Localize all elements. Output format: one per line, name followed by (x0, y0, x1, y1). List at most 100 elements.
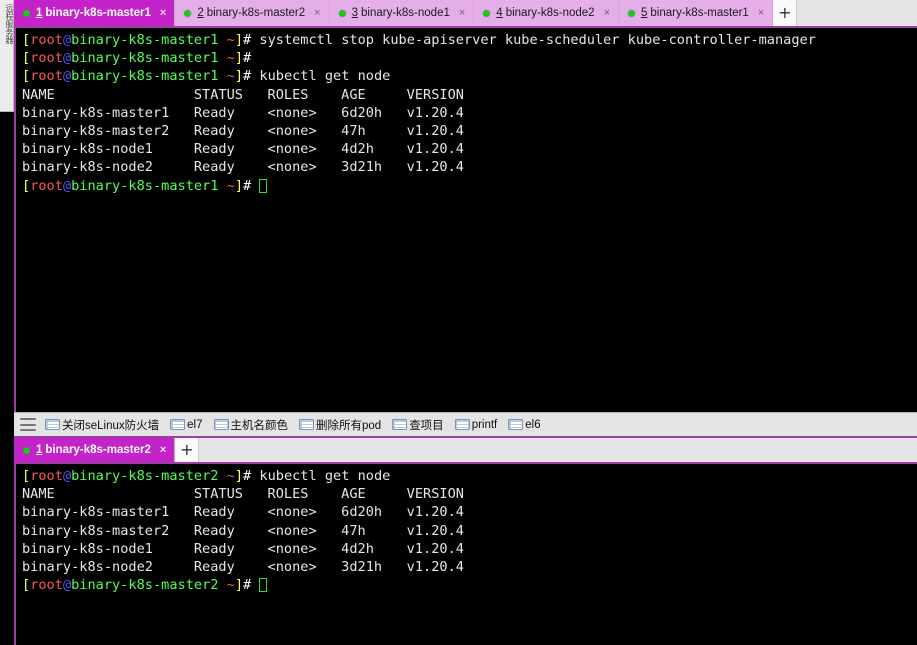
terminal-active-prompt-line[interactable]: [root@binary-k8s-master1 ~]# (16, 177, 917, 195)
bookmark-label: 关闭seLinux防火墙 (62, 419, 160, 432)
keyboard-icon (454, 419, 470, 430)
terminal-output-line: binary-k8s-node2 Ready <none> 3d21h v1.2… (22, 558, 464, 575)
tab-status-dot (483, 9, 491, 17)
terminal-output-line: NAME STATUS ROLES AGE VERSION (22, 86, 464, 103)
bookmark-查项目[interactable]: 查项目 (392, 417, 444, 433)
prompt-at-sign: @ (62, 68, 72, 85)
keyboard-icon (45, 419, 60, 430)
bottom-terminal-pane[interactable]: [root@binary-k8s-master2 ~]# kubectl get… (14, 464, 917, 645)
close-icon[interactable]: × (160, 7, 166, 19)
keyboard-icon (213, 419, 229, 430)
bookmark-删除所有pod[interactable]: 删除所有pod (299, 417, 381, 433)
prompt-open-bracket: [ (22, 68, 31, 85)
new-tab-button[interactable]: + (175, 438, 200, 462)
terminal-prompt-line: [root@binary-k8s-master1 ~]# systemctl s… (16, 31, 917, 49)
keyboard-icon (170, 419, 186, 430)
prompt-path: ~ (218, 177, 235, 194)
bookmark-label: 查项目 (409, 419, 444, 432)
tab-binary-k8s-master2-2[interactable]: 2 binary-k8s-master2 × (175, 0, 330, 26)
terminal-output-line: binary-k8s-master2 Ready <none> 47h v1.2… (22, 522, 464, 539)
prompt-close-bracket: ] (234, 50, 244, 67)
tab-binary-k8s-master1-1[interactable]: 1 binary-k8s-master1 × (14, 0, 176, 26)
tab-status-dot (23, 446, 30, 454)
prompt-hostname: binary-k8s-master1 (71, 50, 219, 67)
top-terminal-pane[interactable]: [root@binary-k8s-master1 ~]# systemctl s… (14, 28, 917, 412)
tab-status-dot (628, 9, 635, 17)
tab-index: 5 (641, 7, 648, 19)
close-icon[interactable]: × (314, 7, 320, 19)
prompt-hash: # (243, 32, 252, 48)
prompt-user: root (30, 68, 63, 85)
terminal-output-line: binary-k8s-master2 Ready <none> 47h v1.2… (22, 122, 464, 139)
prompt-at-sign: @ (62, 32, 72, 48)
prompt-path: ~ (218, 68, 235, 85)
tab-label: binary-k8s-master2 (45, 444, 151, 456)
prompt-open-bracket: [ (22, 577, 31, 594)
sidebar-vertical-label: 远程服务器 (5, 4, 14, 44)
terminal-command: systemctl stop kube-apiserver kube-sched… (251, 32, 816, 48)
terminal-command (251, 577, 259, 593)
prompt-open-bracket: [ (22, 32, 31, 48)
prompt-path: ~ (218, 32, 235, 48)
bookmark-el6[interactable]: el6 (508, 418, 541, 431)
prompt-hash: # (243, 577, 252, 594)
sidebar-session-panel[interactable]: 远程服务器 (0, 0, 14, 112)
close-icon[interactable]: × (758, 7, 764, 19)
prompt-open-bracket: [ (22, 468, 31, 484)
terminal-output-line: binary-k8s-node1 Ready <none> 4d2h v1.20… (22, 141, 464, 158)
tab-binary-k8s-master1-5[interactable]: 5 binary-k8s-master1 × (619, 0, 774, 26)
main-area: 1 binary-k8s-master1 × 2 binary-k8s-master2 ×… (14, 0, 917, 645)
prompt-hostname: binary-k8s-master1 (71, 32, 219, 48)
bottom-tab-bar: 1 binary-k8s-master2 × + (14, 438, 917, 464)
prompt-hash: # (243, 68, 252, 85)
bookmark-label: el7 (187, 418, 203, 431)
bookmark-主机名颜色[interactable]: 主机名颜色 (213, 417, 288, 433)
terminal-active-prompt-line[interactable]: [root@binary-k8s-master2 ~]# (16, 576, 917, 594)
prompt-path: ~ (218, 577, 235, 594)
tab-index: 3 (351, 7, 358, 19)
tab-index: 1 (36, 444, 43, 456)
bookmark-el7[interactable]: el7 (170, 418, 203, 431)
tab-status-dot (338, 9, 346, 17)
prompt-close-bracket: ] (234, 32, 244, 48)
tab-binary-k8s-master2-1[interactable]: 1 binary-k8s-master2 × (14, 438, 176, 462)
terminal-output-line: binary-k8s-master1 Ready <none> 6d20h v1… (22, 104, 464, 121)
keyboard-icon (299, 419, 314, 430)
terminal-output-line: binary-k8s-master1 Ready <none> 6d20h v1… (22, 504, 464, 521)
tab-binary-k8s-node1-3[interactable]: 3 binary-k8s-node1 × (329, 0, 475, 26)
bookmark-label: el6 (525, 418, 541, 431)
tab-bar-empty-space (797, 0, 917, 26)
prompt-at-sign: @ (62, 177, 72, 194)
prompt-hash: # (243, 50, 252, 67)
terminal-prompt-line: [root@binary-k8s-master2 ~]# kubectl get… (16, 467, 917, 485)
terminal-prompt-line: [root@binary-k8s-master1 ~]# (16, 49, 917, 67)
tab-status-dot (184, 9, 192, 17)
bookmark-printf[interactable]: printf (454, 418, 498, 431)
terminal-app-window: 远程服务器 1 binary-k8s-master1 × 2 binary-k8s-ma… (0, 0, 917, 645)
keyboard-icon (392, 419, 408, 430)
bookmark-label: printf (471, 418, 498, 431)
bookmark-label: 删除所有pod (316, 419, 382, 432)
tab-index: 4 (496, 7, 503, 19)
terminal-command: kubectl get node (251, 68, 391, 85)
prompt-hostname: binary-k8s-master2 (71, 577, 219, 594)
terminal-output-line: binary-k8s-node1 Ready <none> 4d2h v1.20… (22, 540, 464, 557)
prompt-open-bracket: [ (22, 177, 31, 194)
left-sidebar: 远程服务器 (0, 0, 14, 645)
close-icon[interactable]: × (160, 444, 166, 456)
tab-index: 2 (197, 7, 204, 19)
terminal-prompt-line: [root@binary-k8s-master1 ~]# kubectl get… (16, 67, 917, 85)
terminal-command (251, 178, 259, 194)
close-icon[interactable]: × (604, 7, 610, 19)
tab-label: binary-k8s-master1 (45, 7, 151, 19)
tab-label: binary-k8s-master1 (650, 7, 749, 19)
prompt-at-sign: @ (62, 577, 72, 594)
terminal-output-line: NAME STATUS ROLES AGE VERSION (22, 486, 464, 503)
bookmark-关闭seLinux防火墙[interactable]: 关闭seLinux防火墙 (45, 417, 159, 433)
tab-binary-k8s-node2-4[interactable]: 4 binary-k8s-node2 × (474, 0, 619, 26)
new-tab-button[interactable]: + (773, 0, 798, 26)
top-tab-bar: 1 binary-k8s-master1 × 2 binary-k8s-master2 ×… (14, 0, 917, 28)
prompt-hostname: binary-k8s-master2 (71, 468, 219, 484)
close-icon[interactable]: × (459, 7, 465, 19)
hamburger-icon[interactable] (20, 418, 36, 431)
